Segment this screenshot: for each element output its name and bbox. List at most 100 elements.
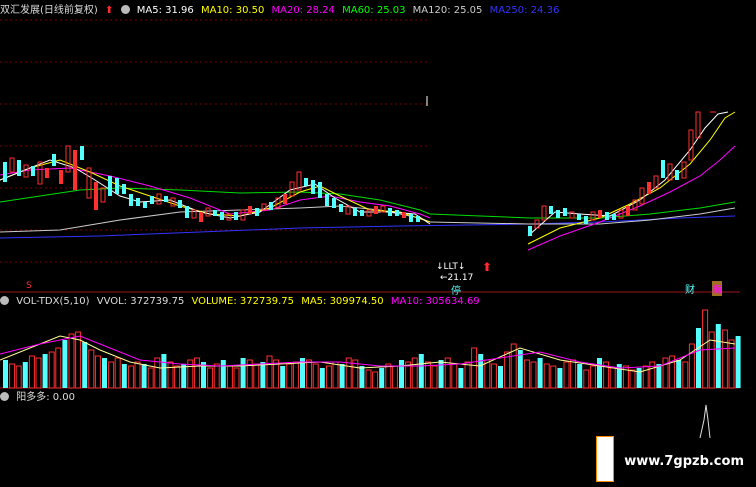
volume-bar xyxy=(339,364,345,388)
yang-name: 阳多多 xyxy=(16,392,47,403)
volume-bar xyxy=(431,365,438,389)
volume-bar xyxy=(28,355,35,389)
volume-bar xyxy=(721,329,728,389)
volume-bar xyxy=(3,360,8,388)
volume-bar xyxy=(557,368,563,388)
volume-bar xyxy=(174,365,181,389)
volume-bar xyxy=(735,336,741,388)
volume-bar xyxy=(411,357,418,389)
volume-bar xyxy=(464,361,471,389)
volume-bar xyxy=(577,364,583,388)
volume-bar xyxy=(82,342,88,388)
volume-bar xyxy=(399,360,404,388)
price-grid xyxy=(0,19,430,263)
volume-bar xyxy=(134,361,141,389)
volume-bar xyxy=(167,361,174,389)
volume-bar xyxy=(154,357,161,389)
volume-bar xyxy=(609,367,616,389)
volume-bar xyxy=(213,363,220,389)
volume-bar xyxy=(306,359,313,389)
volume-bar xyxy=(438,360,444,388)
volume-bar xyxy=(114,357,121,389)
volume-bar xyxy=(636,368,642,388)
volume-bar xyxy=(88,349,95,389)
volume-panel-header: VOL-TDX(5,10) VVOL: 372739.75 VOLUME: 37… xyxy=(0,294,484,309)
volume-bar xyxy=(108,361,115,389)
volume-bar xyxy=(471,347,478,389)
volume-settings-icon[interactable] xyxy=(0,296,9,305)
volume-bar xyxy=(563,361,570,389)
volume-bar xyxy=(715,324,721,388)
volume-bar xyxy=(365,369,372,389)
volume-bar xyxy=(589,365,596,389)
vvol-label: VVOL: 372739.75 xyxy=(96,296,185,307)
volume-bar xyxy=(662,357,669,389)
volume-bar xyxy=(102,358,107,388)
volume-bar xyxy=(55,347,62,389)
volume-bar xyxy=(530,361,537,389)
volume-bar xyxy=(292,361,299,389)
volume-bar xyxy=(385,363,392,389)
volume-bar xyxy=(728,339,735,389)
volume-bar xyxy=(391,365,398,389)
mei-tag[interactable]: 梅 xyxy=(712,281,722,296)
volume-bar xyxy=(359,366,365,388)
volume-bar xyxy=(121,364,127,388)
volume-bar xyxy=(266,355,273,389)
volume-bar xyxy=(207,367,214,389)
volume-bar xyxy=(682,361,689,389)
yang-settings-icon[interactable] xyxy=(0,392,9,401)
volume-bar xyxy=(543,363,550,389)
volume-bar xyxy=(220,360,226,388)
volume-bar xyxy=(332,361,339,389)
watermark-logo xyxy=(596,436,614,482)
volume-bar xyxy=(68,333,75,389)
volume-bar xyxy=(181,364,187,388)
volume-bar xyxy=(498,366,503,388)
volume-bar xyxy=(656,364,662,388)
volume-bar xyxy=(319,368,325,388)
yang-value: : 0.00 xyxy=(46,392,76,403)
volume-label: VOLUME: 372739.75 xyxy=(191,296,295,307)
yang-indicator-line xyxy=(699,404,711,439)
volume-bar xyxy=(490,363,497,389)
volume-bar xyxy=(233,367,240,389)
vol-indicator-name: VOL-TDX(5,10) xyxy=(16,296,90,307)
yang-panel-header: 阳多多: 0.00 xyxy=(0,390,79,405)
volume-bar xyxy=(226,365,233,389)
volume-bar xyxy=(312,363,319,389)
volume-bar xyxy=(286,363,293,389)
ma120-line-left xyxy=(0,205,431,233)
volume-bar xyxy=(676,360,682,388)
watermark-text: www.7gpzb.com xyxy=(624,454,744,469)
volume-bar xyxy=(325,365,332,389)
vol-ma10-line xyxy=(0,335,736,369)
volume-bar xyxy=(62,340,68,388)
volume-bar xyxy=(478,354,484,388)
volume-bar xyxy=(629,369,636,389)
volume-bar xyxy=(537,358,543,388)
volume-bar xyxy=(597,358,602,388)
volume-bar xyxy=(48,351,55,389)
ma20-line-right xyxy=(527,145,736,251)
volume-bar xyxy=(280,366,286,388)
volume-bar xyxy=(451,363,458,389)
s-tag: S xyxy=(26,281,32,291)
volume-bar xyxy=(484,359,491,389)
volume-bar xyxy=(550,365,557,389)
chart-canvas[interactable] xyxy=(0,0,756,487)
volume-bar xyxy=(161,354,167,388)
volume-bar xyxy=(379,368,385,388)
volume-bar xyxy=(94,355,101,389)
volume-bar xyxy=(127,365,134,389)
up-signal-arrow-icon: ⬆ xyxy=(482,260,493,274)
finance-tag[interactable]: 财 xyxy=(685,281,695,296)
volume-bar xyxy=(147,367,154,389)
volume-bar xyxy=(15,365,22,389)
volume-bar xyxy=(702,309,709,389)
volume-bar xyxy=(570,359,577,389)
volume-bar xyxy=(696,328,701,388)
volume-bar xyxy=(141,364,147,388)
volume-bar xyxy=(418,354,424,388)
volume-bar xyxy=(523,359,530,389)
